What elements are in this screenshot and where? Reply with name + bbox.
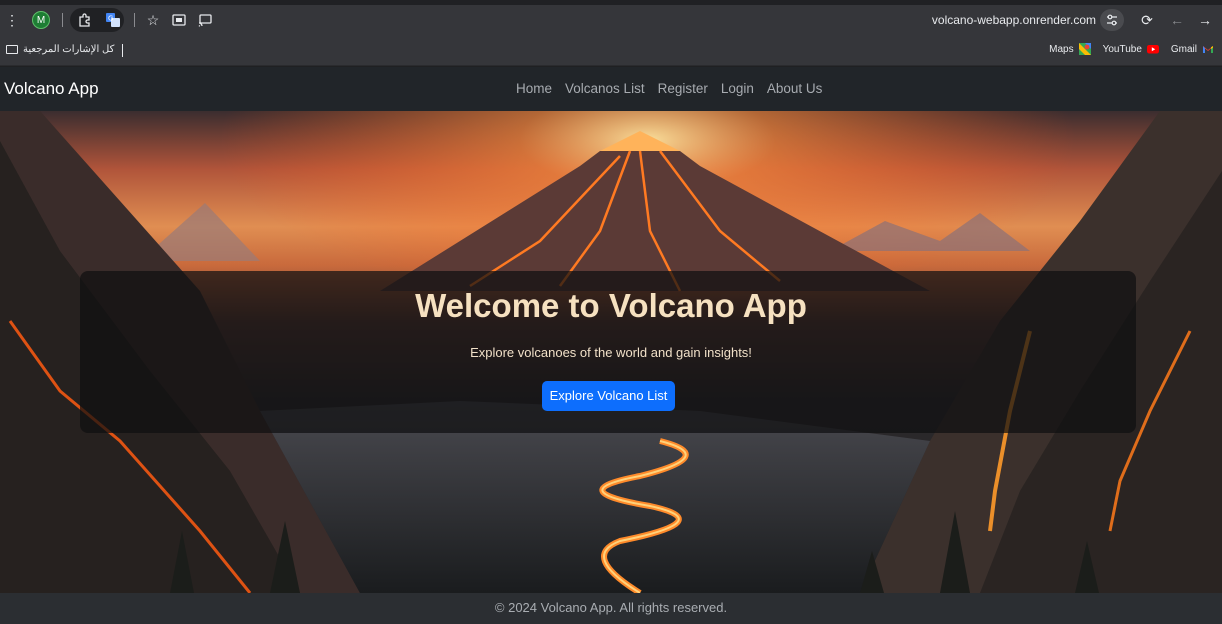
forward-arrow-icon[interactable]: → (1196, 11, 1214, 29)
address-bar-url[interactable]: volcano-webapp.onrender.com (932, 13, 1096, 27)
toolbar-divider (62, 13, 63, 27)
bookmark-star-icon[interactable]: ☆ (144, 11, 162, 29)
youtube-icon (1146, 45, 1159, 54)
all-bookmarks-folder[interactable]: كل الإشارات المرجعية (6, 44, 114, 55)
bookmark-maps-label: Maps (1049, 43, 1074, 55)
nav-link-about-us[interactable]: About Us (767, 81, 823, 96)
browser-menu-icon[interactable]: ⋮ (4, 11, 20, 29)
tab-search-icon[interactable] (170, 11, 188, 29)
hero-subtitle: Explore volcanoes of the world and gain … (470, 345, 752, 360)
toolbar-divider (134, 13, 135, 27)
footer-copyright: © 2024 Volcano App. All rights reserved. (494, 600, 728, 615)
nav-link-register[interactable]: Register (658, 81, 708, 96)
nav-links: Home Volcanos List Register Login About … (516, 81, 822, 96)
bookmarks-divider (122, 44, 123, 57)
nav-link-volcanos-list[interactable]: Volcanos List (565, 81, 645, 96)
nav-link-login[interactable]: Login (721, 81, 754, 96)
back-arrow-icon[interactable]: ← (1168, 11, 1186, 29)
bookmark-youtube[interactable]: YouTube (1103, 43, 1159, 55)
hero-title: Welcome to Volcano App (415, 287, 807, 324)
site-info-button[interactable] (1100, 9, 1124, 31)
cast-icon[interactable] (196, 11, 214, 29)
bookmark-gmail[interactable]: Gmail (1171, 43, 1214, 55)
svg-text:G: G (108, 15, 113, 23)
bookmark-youtube-label: YouTube (1102, 43, 1142, 55)
bookmark-maps[interactable]: Maps (1049, 43, 1091, 55)
extensions-icon[interactable] (76, 11, 94, 29)
hero-section: Welcome to Volcano App Explore volcanoes… (0, 111, 1222, 593)
reload-icon[interactable]: ⟳ (1138, 11, 1156, 29)
bookmark-gmail-label: Gmail (1170, 43, 1197, 55)
nav-link-home[interactable]: Home (516, 81, 552, 96)
all-bookmarks-label: كل الإشارات المرجعية (23, 44, 115, 55)
maps-icon (1078, 43, 1091, 55)
explore-volcano-list-button[interactable]: Explore Volcano List (542, 381, 675, 411)
app-navbar: Volcano App Home Volcanos List Register … (0, 67, 1222, 111)
folder-icon (6, 45, 18, 54)
brand-logo-text[interactable]: Volcano App (4, 79, 99, 99)
profile-avatar[interactable]: M (32, 11, 50, 29)
bookmarks-bar: كل الإشارات المرجعية Maps YouTube Gmail (0, 34, 1222, 66)
page-footer: © 2024 Volcano App. All rights reserved. (0, 593, 1222, 624)
translate-icon[interactable]: G (104, 11, 122, 29)
site-settings-icon (1107, 14, 1117, 26)
gmail-icon (1203, 46, 1213, 53)
browser-toolbar: ⋮ M G ☆ volcano-webapp.onrender.com ⟳ ← … (0, 0, 1222, 34)
